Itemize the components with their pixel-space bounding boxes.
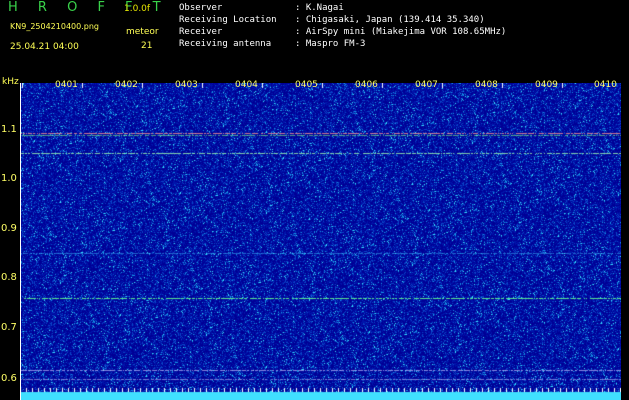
x-tick-label: 0409 — [535, 80, 558, 90]
x-tick-label: 0408 — [475, 80, 498, 90]
app-version: 1.0.0f — [124, 4, 151, 14]
observer-value: : K.Nagai — [295, 3, 344, 13]
x-tick-label: 0406 — [355, 80, 378, 90]
x-tick-label: 0404 — [235, 80, 258, 90]
y-tick-label: 0.7 — [1, 322, 17, 333]
meteor-count-label: meteor — [126, 27, 159, 37]
observation-datetime: 25.04.21 04:00 — [10, 42, 79, 52]
y-axis-unit: kHz — [2, 77, 19, 87]
hroftt-spectrogram-window: H R O F F T 1.0.0f KN9_2504210400.png me… — [0, 0, 629, 400]
x-tick-label: 0405 — [295, 80, 318, 90]
spectrogram-plot — [20, 83, 621, 400]
receiver-value: : AirSpy mini (Miakejima VOR 108.65MHz) — [295, 27, 507, 37]
y-tick-label: 1.0 — [1, 173, 17, 184]
y-tick-label: 0.6 — [1, 373, 17, 384]
x-tick-label: 0401 — [55, 80, 78, 90]
y-tick-label: 0.8 — [1, 272, 17, 283]
y-axis-line — [20, 83, 21, 400]
y-tick-label: 0.9 — [1, 223, 17, 234]
x-tick-label: 0407 — [415, 80, 438, 90]
antenna-label: Receiving antenna — [179, 39, 272, 49]
observer-label: Observer — [179, 3, 223, 13]
location-label: Receiving Location — [179, 15, 277, 25]
x-tick-label: 0410 — [594, 80, 617, 90]
location-value: : Chigasaki, Japan (139.414 35.340) — [295, 15, 485, 25]
file-name: KN9_2504210400.png — [10, 22, 99, 31]
x-tick-label: 0402 — [115, 80, 138, 90]
antenna-value: : Maspro FM-3 — [295, 39, 366, 49]
x-tick-label: 0403 — [175, 80, 198, 90]
meteor-count-value: 21 — [141, 41, 153, 51]
y-tick-label: 1.1 — [1, 124, 17, 135]
receiver-label: Receiver — [179, 27, 223, 37]
spectrogram-canvas — [20, 83, 621, 400]
